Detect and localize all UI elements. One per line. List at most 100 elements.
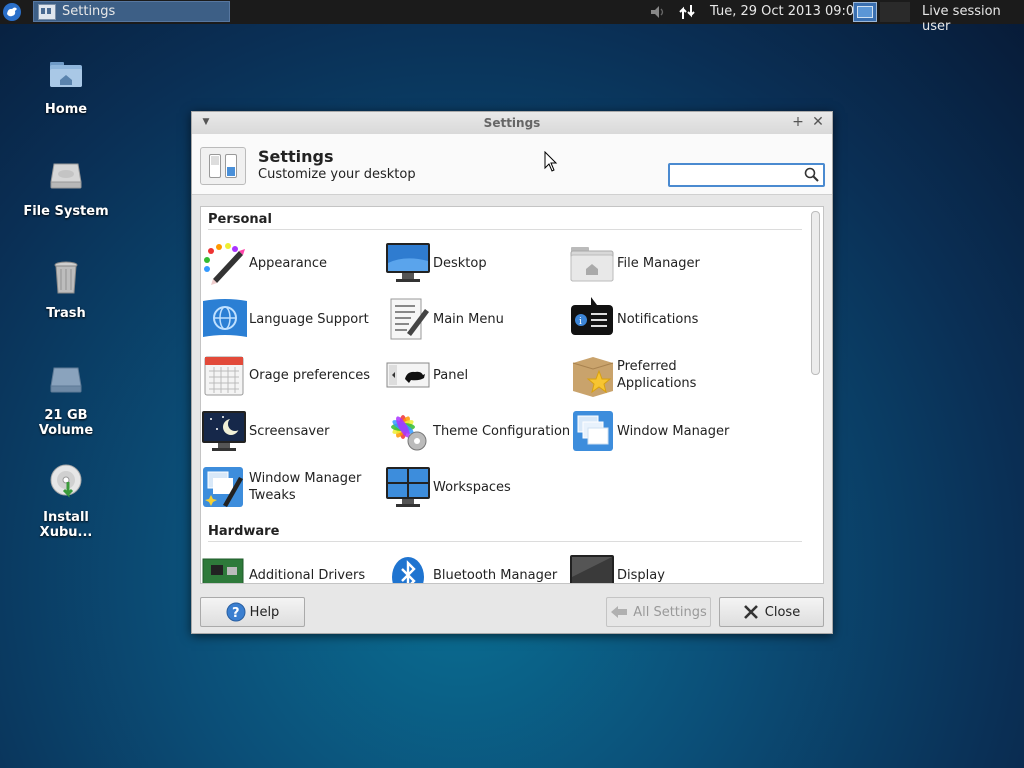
desktop-icon-label: 21 GB Volume	[38, 408, 94, 438]
settings-window-icon	[38, 3, 56, 20]
item-panel[interactable]: Panel	[385, 351, 468, 399]
desktop-icon-label: Home	[44, 102, 88, 117]
help-button-label: Help	[249, 604, 280, 620]
item-screensaver[interactable]: Screensaver	[201, 407, 329, 455]
settings-window: ▼ Settings + ✕ Settings Customize your d…	[191, 111, 833, 634]
item-notifications[interactable]: i Notifications	[569, 295, 698, 343]
item-label: Language Support	[249, 311, 369, 327]
xfce-menu-icon[interactable]	[2, 2, 22, 22]
volume-muted-icon[interactable]	[649, 5, 667, 19]
item-window-manager[interactable]: Window Manager	[569, 407, 729, 455]
item-language-support[interactable]: Language Support	[201, 295, 369, 343]
panel-clock[interactable]: Tue, 29 Oct 2013 09:05	[710, 4, 862, 19]
desktop-icon-file-system[interactable]: File System	[16, 158, 116, 219]
item-additional-drivers[interactable]: Additional Drivers	[201, 551, 366, 583]
item-label: Workspaces	[433, 479, 511, 495]
mouse-pointer-icon	[544, 151, 558, 172]
item-label: Notifications	[617, 311, 699, 327]
svg-text:?: ?	[232, 606, 240, 621]
item-label: Orage preferences	[249, 367, 371, 383]
install-disc-icon	[50, 464, 82, 498]
network-icon[interactable]	[678, 3, 696, 21]
item-display[interactable]: Display	[569, 551, 665, 583]
bluetooth-icon	[392, 557, 424, 583]
help-button[interactable]: ? Help	[200, 597, 305, 627]
back-arrow-icon	[611, 606, 628, 618]
item-appearance[interactable]: Appearance	[201, 239, 327, 287]
settings-list: Personal Appearance Desktop File Manager…	[200, 206, 824, 584]
item-label: Appearance	[249, 255, 328, 271]
item-label: Desktop	[433, 255, 487, 271]
all-settings-button-label: All Settings	[633, 604, 707, 620]
window-manager-icon	[573, 411, 613, 451]
theme-configuration-icon	[391, 415, 427, 451]
close-button[interactable]: Close	[719, 597, 824, 627]
search-field[interactable]	[668, 163, 825, 187]
search-icon[interactable]	[804, 167, 820, 183]
svg-text:i: i	[579, 317, 582, 327]
drive-volume-icon	[50, 367, 82, 393]
item-desktop[interactable]: Desktop	[385, 239, 487, 287]
close-button-label: Close	[764, 604, 801, 620]
desktop-icon-label: File System	[23, 204, 109, 219]
top-panel: Settings Tue, 29 Oct 2013 09:05 Live ses…	[0, 0, 1024, 34]
item-label: Screensaver	[249, 423, 330, 439]
close-icon[interactable]: ✕	[811, 115, 825, 129]
main-menu-icon	[390, 298, 429, 340]
item-label: Main Menu	[433, 311, 504, 327]
trash-icon	[54, 261, 78, 294]
session-user-label[interactable]: Live session user	[922, 4, 1024, 34]
header-title: Settings	[258, 147, 334, 166]
file-manager-icon	[570, 247, 614, 282]
close-x-icon	[743, 605, 758, 619]
item-label: Window Manager	[617, 423, 730, 439]
help-icon: ?	[226, 602, 246, 622]
panel-icon	[386, 362, 430, 388]
home-folder-icon	[50, 62, 82, 87]
item-file-manager[interactable]: File Manager	[569, 239, 700, 287]
item-label: Display	[617, 567, 665, 583]
scrollbar-thumb[interactable]	[811, 211, 820, 375]
additional-drivers-icon	[202, 558, 244, 583]
item-label: Theme Configuration	[433, 423, 571, 439]
item-label: File Manager	[617, 255, 700, 271]
all-settings-button[interactable]: All Settings	[606, 597, 711, 627]
appearance-icon	[204, 243, 245, 285]
item-bluetooth-manager[interactable]: Bluetooth Manager	[385, 551, 557, 583]
section-hardware: Hardware	[208, 524, 280, 539]
desktop-icon-home[interactable]: Home	[16, 56, 116, 117]
preferred-applications-icon	[572, 357, 614, 397]
language-support-icon	[203, 299, 247, 337]
taskbar-settings-label: Settings	[62, 4, 116, 19]
taskbar-settings-button[interactable]: Settings	[33, 1, 230, 22]
screensaver-icon	[202, 411, 246, 451]
item-theme-configuration[interactable]: Theme Configuration	[385, 407, 570, 455]
desktop-icon-trash[interactable]: Trash	[16, 260, 116, 321]
desktop-icon-label: Install Xubu...	[39, 510, 93, 540]
maximize-icon[interactable]: +	[791, 115, 805, 129]
item-workspaces[interactable]: Workspaces	[385, 463, 511, 511]
search-input[interactable]	[672, 166, 804, 186]
item-window-manager-tweaks[interactable]: Window Manager Tweaks	[201, 463, 369, 511]
hard-drive-icon	[50, 163, 82, 189]
header-subtitle: Customize your desktop	[258, 167, 416, 182]
desktop-icon	[386, 243, 430, 282]
window-title: Settings	[483, 116, 541, 130]
desktop-icon-install[interactable]: Install Xubu...	[16, 464, 116, 540]
settings-manager-icon	[200, 147, 246, 185]
display-icon	[570, 555, 614, 583]
desktop-icon-label: Trash	[46, 306, 86, 321]
desktop-icon-volume[interactable]: 21 GB Volume	[16, 362, 116, 438]
item-main-menu[interactable]: Main Menu	[385, 295, 504, 343]
item-label: Window Manager Tweaks	[249, 471, 362, 503]
window-titlebar[interactable]: ▼ Settings + ✕	[192, 112, 832, 135]
section-divider	[208, 229, 802, 230]
section-personal: Personal	[208, 212, 272, 227]
item-label: Preferred Applications	[617, 359, 697, 391]
item-label: Additional Drivers	[249, 567, 366, 583]
item-orage-preferences[interactable]: Orage preferences	[201, 351, 370, 399]
workspace-1-button[interactable]	[853, 2, 877, 22]
item-label: Panel	[433, 367, 469, 383]
item-preferred-applications[interactable]: Preferred Applications	[569, 351, 703, 399]
workspace-2-button[interactable]	[880, 2, 910, 22]
